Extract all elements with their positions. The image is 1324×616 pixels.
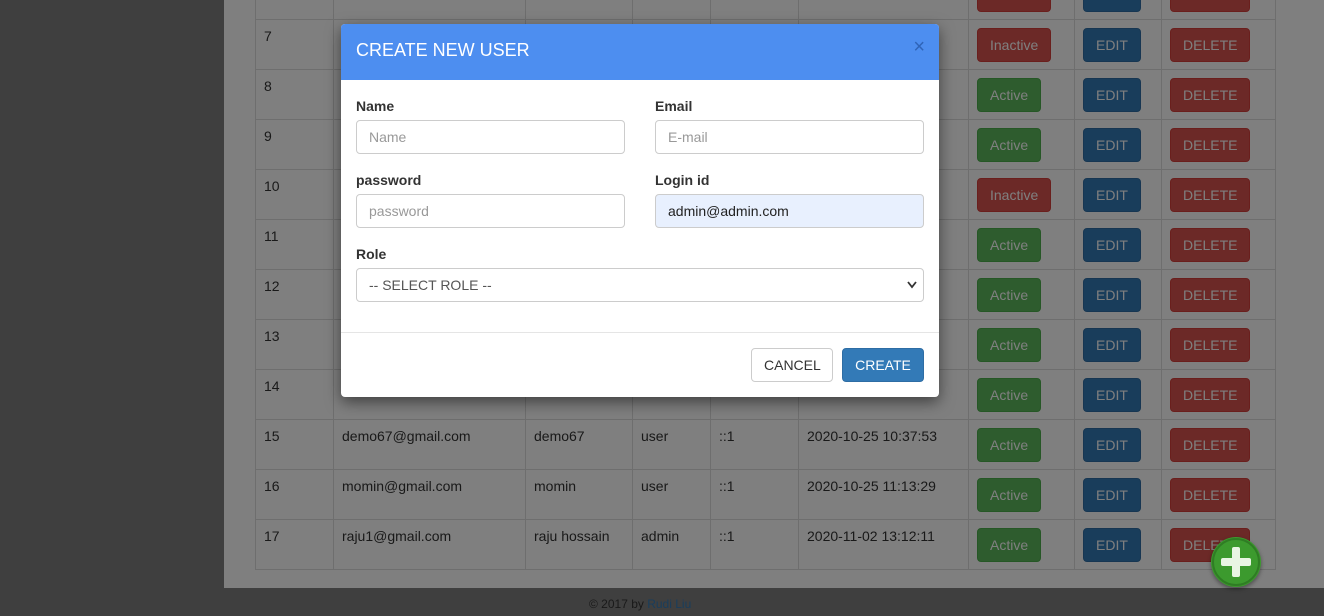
email-label: Email (655, 98, 693, 114)
cancel-button[interactable]: CANCEL (751, 348, 833, 382)
plus-icon (1212, 538, 1260, 586)
role-label: Role (356, 246, 387, 262)
name-label: Name (356, 98, 395, 114)
create-user-modal: CREATE NEW USER × Name Email password Lo… (341, 24, 939, 397)
login-id-input[interactable] (655, 194, 924, 228)
role-select-value: -- SELECT ROLE -- (369, 277, 492, 293)
modal-header: CREATE NEW USER × (341, 24, 939, 80)
login-id-label: Login id (655, 172, 710, 188)
modal-title: CREATE NEW USER (356, 40, 530, 60)
create-button[interactable]: CREATE (842, 348, 924, 382)
email-input[interactable] (655, 120, 924, 154)
role-select[interactable]: -- SELECT ROLE -- (356, 268, 924, 302)
close-icon[interactable]: × (913, 37, 925, 57)
modal-footer-divider (341, 332, 939, 333)
password-input[interactable] (356, 194, 625, 228)
chevron-down-icon (907, 281, 917, 289)
password-label: password (356, 172, 422, 188)
add-user-fab-button[interactable] (1211, 537, 1261, 587)
name-input[interactable] (356, 120, 625, 154)
